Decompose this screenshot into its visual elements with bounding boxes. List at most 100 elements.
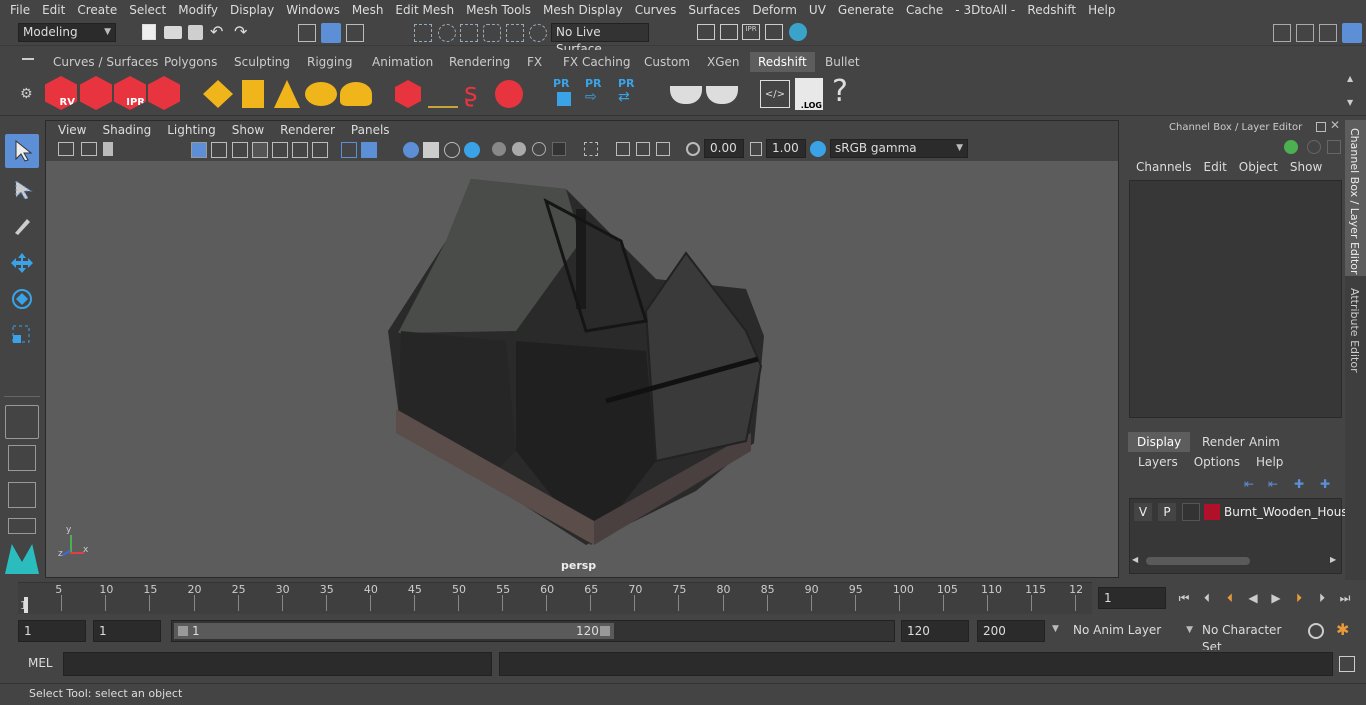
new-scene-icon[interactable] xyxy=(142,24,156,40)
close-icon[interactable]: ✕ xyxy=(1330,118,1340,132)
motion-blur-icon[interactable] xyxy=(512,142,526,156)
snap-view-icon[interactable] xyxy=(506,24,524,42)
menu-create[interactable]: Create xyxy=(71,3,123,17)
menu-mesh[interactable]: Mesh xyxy=(346,3,390,17)
scroll-thumb[interactable] xyxy=(1146,557,1250,565)
grid-toggle-icon[interactable] xyxy=(191,142,207,158)
anim-prefs-icon[interactable]: ✱ xyxy=(1336,620,1349,639)
shelf-tab-polygons[interactable]: Polygons xyxy=(156,52,225,72)
shelf-tab-rigging[interactable]: Rigging xyxy=(299,52,360,72)
channel-box-area[interactable] xyxy=(1129,180,1342,418)
log-icon[interactable]: .LOG xyxy=(795,78,823,110)
shelf-tab-bullet[interactable]: Bullet xyxy=(817,52,868,72)
hair-icon[interactable] xyxy=(428,80,458,108)
go-to-end-icon[interactable]: ⏭ xyxy=(1335,588,1355,608)
layer-tab-display[interactable]: Display xyxy=(1128,432,1191,452)
range-slider-thumb[interactable]: 1 120 xyxy=(174,623,614,639)
toggle-panel2-icon[interactable] xyxy=(1319,24,1337,42)
scroll-left-icon[interactable]: ◀ xyxy=(1132,555,1138,564)
code-icon[interactable]: </> xyxy=(760,80,790,108)
shelf-scroll-up-icon[interactable]: ▲ xyxy=(1347,74,1353,83)
redo-icon[interactable]: ↷ xyxy=(234,22,247,41)
menu-select[interactable]: Select xyxy=(123,3,172,17)
light-dome-icon[interactable] xyxy=(203,80,233,108)
isolate-icon[interactable] xyxy=(584,142,598,156)
chevron-down-icon[interactable]: ▼ xyxy=(1052,624,1059,634)
ipr-render-icon[interactable]: IPR xyxy=(742,24,760,40)
current-time-marker[interactable] xyxy=(24,597,28,613)
exposure-icon[interactable] xyxy=(686,142,700,156)
character-set-dropdown[interactable]: No Character Set xyxy=(1197,621,1299,654)
menu-help[interactable]: Help xyxy=(1082,3,1121,17)
redshift-rv-button[interactable]: RV xyxy=(45,76,77,110)
menu-file[interactable]: File xyxy=(4,3,36,17)
field-chart-icon[interactable] xyxy=(272,142,288,158)
menu-display[interactable]: Display xyxy=(224,3,280,17)
layer-menu-layers[interactable]: Layers xyxy=(1130,455,1186,473)
open-scene-icon[interactable] xyxy=(164,26,182,39)
layer-display-type[interactable] xyxy=(1182,503,1200,521)
hypershade-icon[interactable] xyxy=(789,23,807,41)
menu-mesh-display[interactable]: Mesh Display xyxy=(537,3,629,17)
smooth-shade-icon[interactable] xyxy=(361,142,377,158)
command-input[interactable] xyxy=(63,652,492,676)
aa-icon[interactable] xyxy=(532,142,546,156)
viewport-menu-panels[interactable]: Panels xyxy=(343,123,398,137)
single-view-icon[interactable] xyxy=(5,405,39,439)
snap-curve-icon[interactable] xyxy=(438,24,456,42)
snap-surface-icon[interactable] xyxy=(483,24,501,42)
layer-menu-help[interactable]: Help xyxy=(1248,455,1291,473)
rotate-tool-icon[interactable] xyxy=(5,282,39,316)
shelf-tab-curves-surfaces[interactable]: Curves / Surfaces xyxy=(45,52,166,72)
shelf-tab-animation[interactable]: Animation xyxy=(364,52,441,72)
playback-end-field[interactable]: 120 xyxy=(901,620,969,642)
bake-settings-icon[interactable] xyxy=(706,86,738,104)
menu-curves[interactable]: Curves xyxy=(629,3,683,17)
shelf-tab-fx-caching[interactable]: FX Caching xyxy=(555,52,638,72)
scale-tool-icon[interactable] xyxy=(5,318,39,352)
timeline-track[interactable]: 1510152025303540455055606570758085909510… xyxy=(18,582,1092,614)
paint-select-tool-icon[interactable] xyxy=(5,208,39,242)
render-settings-icon[interactable] xyxy=(765,24,783,40)
end-frame-field[interactable]: 200 xyxy=(977,620,1045,642)
menu-generate[interactable]: Generate xyxy=(832,3,900,17)
sphere-icon[interactable] xyxy=(495,80,523,108)
move-tool-icon[interactable] xyxy=(5,246,39,280)
textures-icon[interactable] xyxy=(403,142,419,158)
layer-tab-anim[interactable]: Anim xyxy=(1240,432,1289,452)
bake-icon[interactable] xyxy=(670,86,702,104)
undo-icon[interactable]: ↶ xyxy=(210,22,223,41)
time-slider[interactable]: 1510152025303540455055606570758085909510… xyxy=(0,580,1366,618)
channel-menu-channels[interactable]: Channels xyxy=(1130,160,1198,178)
command-language-label[interactable]: MEL xyxy=(28,656,53,670)
select-component-icon[interactable] xyxy=(346,24,364,42)
start-frame-field[interactable]: 1 xyxy=(18,620,86,642)
pin-icon[interactable] xyxy=(1327,140,1341,154)
four-view-icon[interactable] xyxy=(8,445,36,471)
camera-icon[interactable] xyxy=(58,142,74,156)
color-space-dropdown[interactable]: sRGB gamma ▼ xyxy=(830,139,968,158)
toggle-panel-icon[interactable] xyxy=(1296,24,1314,42)
volume-icon[interactable]: ʂ xyxy=(464,78,492,108)
layer-row[interactable]: V P Burnt_Wooden_House xyxy=(1132,503,1355,521)
gamma-icon[interactable] xyxy=(750,142,762,156)
viewport-menu-renderer[interactable]: Renderer xyxy=(272,123,343,137)
range-slider[interactable]: 1 120 xyxy=(171,620,895,642)
help-icon[interactable]: ? xyxy=(832,74,848,109)
pr-sync-button[interactable]: PR ⇄ xyxy=(618,76,646,112)
mode-dropdown[interactable]: Modeling ▼ xyxy=(18,23,116,42)
viewport-menu-shading[interactable]: Shading xyxy=(94,123,159,137)
resolution-gate-icon[interactable] xyxy=(232,142,248,158)
select-hierarchy-icon[interactable] xyxy=(298,24,316,42)
redshift-ipr-button[interactable]: IPR xyxy=(114,76,146,110)
menu-cache[interactable]: Cache xyxy=(900,3,949,17)
magnet-icon[interactable] xyxy=(529,24,547,42)
menu-modify[interactable]: Modify xyxy=(172,3,224,17)
shelf-tab-xgen[interactable]: XGen xyxy=(699,52,748,72)
step-back-icon[interactable]: ⏴ xyxy=(1197,588,1217,608)
play-backward-icon[interactable]: ◀ xyxy=(1243,588,1263,608)
frame-all-icon[interactable] xyxy=(636,142,650,156)
bookmark-icon[interactable] xyxy=(103,142,113,156)
gizmo-icon[interactable] xyxy=(1284,140,1298,154)
viewport-menu-show[interactable]: Show xyxy=(224,123,272,137)
